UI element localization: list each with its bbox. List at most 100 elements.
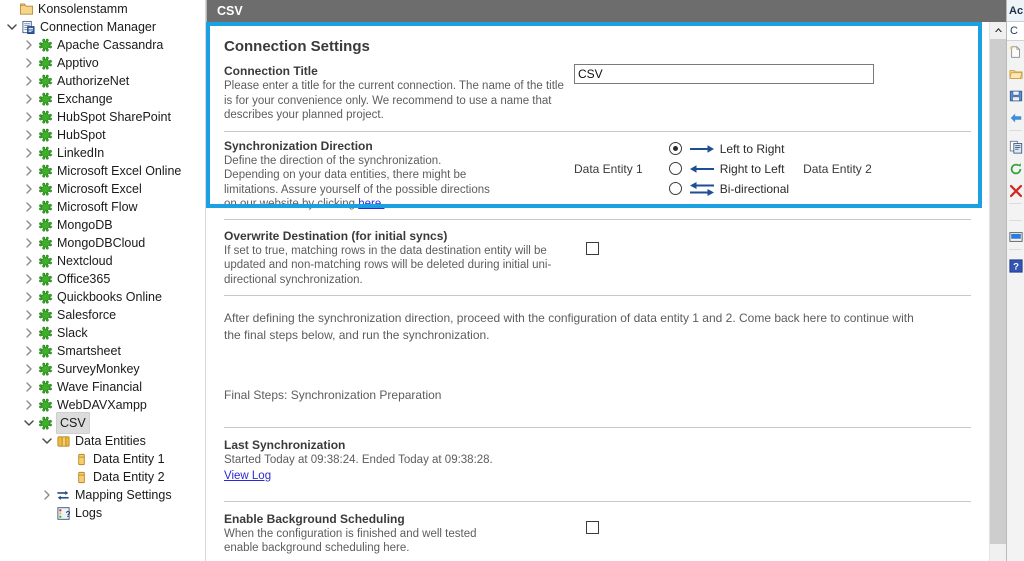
tree-item-connector-hubspot[interactable]: HubSpot	[0, 126, 205, 144]
right-strip-divider-2	[1009, 203, 1022, 208]
tree-item-connector-surveymonkey[interactable]: SurveyMonkey	[0, 360, 205, 378]
chevron-right-icon[interactable]	[22, 126, 36, 144]
mapping-settings-icon	[54, 486, 72, 504]
back-arrow-icon[interactable]	[1007, 107, 1024, 129]
save-icon[interactable]	[1007, 85, 1024, 107]
sync-direction-description: Define the direction of the synchronizat…	[224, 154, 574, 212]
tree-item-connector-microsoft-excel-online[interactable]: Microsoft Excel Online	[0, 162, 205, 180]
chevron-right-icon[interactable]	[22, 144, 36, 162]
sync-direction-radio-1[interactable]	[669, 162, 682, 175]
tree-item-mapping-settings[interactable]: Mapping Settings	[0, 486, 205, 504]
tree-item-connector-wave-financial[interactable]: Wave Financial	[0, 378, 205, 396]
tree-item-connector-salesforce[interactable]: Salesforce	[0, 306, 205, 324]
delete-icon[interactable]	[1007, 180, 1024, 202]
sync-direction-radio-0[interactable]	[669, 142, 682, 155]
tree-item-connector-authorizenet[interactable]: AuthorizeNet	[0, 72, 205, 90]
open-folder-icon[interactable]	[1007, 63, 1024, 85]
tree-item-label: Apptivo	[57, 54, 99, 72]
new-icon[interactable]	[1007, 41, 1024, 63]
sync-direction-label: Synchronization Direction	[224, 139, 574, 153]
tree-item-label: CSV	[56, 412, 90, 434]
tree-item-label: MongoDBCloud	[57, 234, 145, 252]
sync-direction-radio-2[interactable]	[669, 182, 682, 195]
tree-item-connector-csv[interactable]: CSV	[0, 414, 205, 432]
overwrite-destination-description-block: Overwrite Destination (for initial syncs…	[224, 229, 574, 288]
tree-item-connector-webdavxampp[interactable]: WebDAVXampp	[0, 396, 205, 414]
chevron-right-icon[interactable]	[22, 36, 36, 54]
chevron-right-icon[interactable]	[22, 108, 36, 126]
chevron-right-icon[interactable]	[22, 396, 36, 414]
copy-icon[interactable]	[1007, 136, 1024, 158]
tree-item-connector-linkedin[interactable]: LinkedIn	[0, 144, 205, 162]
scroll-up-button[interactable]	[990, 22, 1006, 39]
tree-item-connector-quickbooks-online[interactable]: Quickbooks Online	[0, 288, 205, 306]
chevron-right-icon[interactable]	[22, 342, 36, 360]
chevron-down-icon[interactable]	[5, 18, 19, 36]
sync-direction-radio-group: Left to Right Right to Left Bi-directional	[669, 139, 789, 199]
tree-item-connector-mongodb[interactable]: MongoDB	[0, 216, 205, 234]
overwrite-destination-checkbox[interactable]	[586, 242, 599, 255]
chevron-right-icon[interactable]	[22, 288, 36, 306]
sync-direction-option-2[interactable]: Bi-directional	[669, 179, 789, 199]
tree-item-connector-slack[interactable]: Slack	[0, 324, 205, 342]
tree-item-connector-mongodbcloud[interactable]: MongoDBCloud	[0, 234, 205, 252]
tree-item-connector-apptivo[interactable]: Apptivo	[0, 54, 205, 72]
tree-item-connector-microsoft-excel[interactable]: Microsoft Excel	[0, 180, 205, 198]
chevron-right-icon[interactable]	[22, 162, 36, 180]
sync-direction-option-0[interactable]: Left to Right	[669, 139, 789, 159]
chevron-right-icon[interactable]	[22, 90, 36, 108]
sync-direction-option-label: Right to Left	[720, 162, 785, 176]
sync-direction-here-link[interactable]: here.	[358, 198, 384, 210]
sync-entity-left-label: Data Entity 1	[574, 162, 643, 176]
chevron-right-icon[interactable]	[22, 324, 36, 342]
vertical-scrollbar[interactable]	[989, 22, 1006, 561]
tree-item-connector-hubspot-sharepoint[interactable]: HubSpot SharePoint	[0, 108, 205, 126]
tree-item-connector-apache-cassandra[interactable]: Apache Cassandra	[0, 36, 205, 54]
tree-item-connector-microsoft-flow[interactable]: Microsoft Flow	[0, 198, 205, 216]
tree-item-connector-smartsheet[interactable]: Smartsheet	[0, 342, 205, 360]
scrollbar-thumb[interactable]	[990, 39, 1006, 544]
sync-direction-option-1[interactable]: Right to Left	[669, 159, 789, 179]
overwrite-destination-label: Overwrite Destination (for initial syncs…	[224, 229, 574, 243]
tree-item-label: Salesforce	[57, 306, 116, 324]
background-scheduling-checkbox[interactable]	[586, 521, 599, 534]
plugin-icon	[36, 180, 54, 198]
chevron-right-icon[interactable]	[22, 216, 36, 234]
tree-item-logs[interactable]: ?Logs	[0, 504, 205, 522]
tree-item-connector-office365[interactable]: Office365	[0, 270, 205, 288]
connection-title-input[interactable]	[574, 64, 874, 84]
chevron-right-icon[interactable]	[22, 306, 36, 324]
chevron-right-icon[interactable]	[22, 360, 36, 378]
help-icon[interactable]: ?	[1007, 255, 1024, 277]
chevron-right-icon[interactable]	[22, 234, 36, 252]
chevron-right-icon[interactable]	[22, 252, 36, 270]
chevron-down-icon[interactable]	[40, 432, 54, 450]
tree-item-connection-manager[interactable]: Connection Manager	[0, 18, 205, 36]
plugin-icon	[36, 396, 54, 414]
view-log-link[interactable]: View Log	[224, 470, 271, 482]
tree-item-label: Data Entity 2	[93, 468, 165, 486]
chevron-right-icon[interactable]	[22, 54, 36, 72]
refresh-icon[interactable]	[1007, 158, 1024, 180]
plugin-icon	[36, 198, 54, 216]
tree-item-connector-nextcloud[interactable]: Nextcloud	[0, 252, 205, 270]
chevron-right-icon[interactable]	[22, 72, 36, 90]
last-synchronization-row: Last Synchronization Started Today at 09…	[206, 428, 989, 502]
chevron-up-icon	[994, 27, 1003, 34]
right-strip-divider-1	[1009, 130, 1022, 135]
chevron-down-icon[interactable]	[22, 414, 36, 432]
tree-item-connector-exchange[interactable]: Exchange	[0, 90, 205, 108]
chevron-right-icon[interactable]	[22, 270, 36, 288]
tree-item-data-entity-2[interactable]: Data Entity 2	[0, 468, 205, 486]
chevron-right-icon[interactable]	[22, 180, 36, 198]
chevron-right-icon[interactable]	[22, 378, 36, 396]
tree-item-konsolenstamm[interactable]: Konsolenstamm	[0, 0, 205, 18]
tree-item-data-entities[interactable]: Data Entities	[0, 432, 205, 450]
chevron-right-icon[interactable]	[40, 486, 54, 504]
connection-title-description: Please enter a title for the current con…	[224, 79, 574, 123]
monitor-icon[interactable]	[1007, 226, 1024, 248]
tree-item-data-entity-1[interactable]: Data Entity 1	[0, 450, 205, 468]
tree-item-label: Data Entities	[75, 432, 146, 450]
chevron-right-icon[interactable]	[22, 198, 36, 216]
right-strip-tab[interactable]: C	[1007, 22, 1024, 41]
